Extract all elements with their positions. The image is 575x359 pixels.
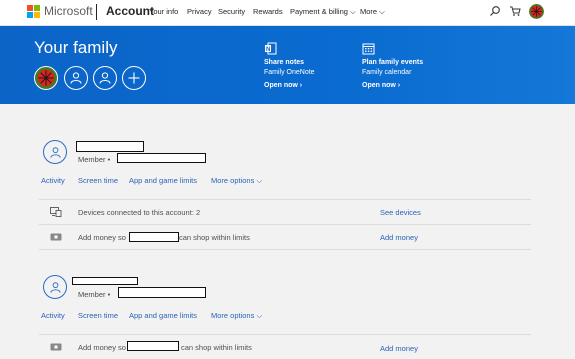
redacted-email (117, 153, 206, 163)
watermelon-avatar-icon (37, 69, 55, 87)
devices-connected-text: Devices connected to this account: 2 (78, 208, 201, 217)
add-money-text-after: can shop within limits (181, 343, 252, 352)
nav-security[interactable]: Security (218, 7, 245, 16)
share-notes-subtitle: Family OneNote (264, 69, 315, 76)
family-banner: Your family N Share notes Family OneNote… (0, 26, 575, 104)
tab-more-options[interactable]: More options ⌵ (211, 176, 262, 186)
redacted-member-name (129, 232, 179, 242)
profile-avatar[interactable] (529, 4, 544, 19)
person-icon (70, 72, 82, 84)
member-role-label: Member • (78, 290, 111, 299)
add-money-row: Add money so can shop within limits Add … (39, 224, 531, 249)
share-notes-feature: N Share notes Family OneNote Open now › (264, 42, 315, 89)
add-money-text-before: Add money so (78, 233, 126, 242)
share-notes-open-link[interactable]: Open now › (264, 82, 315, 89)
tab-screen-time[interactable]: Screen time (78, 311, 118, 320)
svg-text:N: N (266, 47, 270, 53)
plan-events-feature: Plan family events Family calendar Open … (362, 42, 423, 89)
calendar-icon (362, 43, 375, 55)
search-icon[interactable] (489, 5, 501, 17)
person-icon (99, 72, 111, 84)
money-icon (50, 233, 62, 241)
person-icon (49, 281, 61, 293)
onenote-icon: N (265, 42, 277, 55)
family-member-avatar-1[interactable] (34, 66, 58, 90)
plan-events-open-link[interactable]: Open now › (362, 82, 423, 89)
family-member-avatar-3[interactable] (93, 66, 117, 90)
add-money-text-before: Add money so (78, 343, 126, 352)
cart-icon[interactable] (509, 5, 521, 17)
top-navigation-bar: Microsoft Account Your info Privacy Secu… (0, 0, 575, 26)
tab-screen-time[interactable]: Screen time (78, 176, 118, 185)
devices-row: Devices connected to this account: 2 See… (39, 199, 531, 224)
redacted-name (72, 277, 138, 285)
microsoft-logo-icon[interactable] (27, 5, 40, 18)
tab-activity[interactable]: Activity (41, 311, 65, 320)
redacted-name (76, 141, 144, 152)
nav-rewards[interactable]: Rewards (253, 7, 283, 16)
tab-more-options[interactable]: More options ⌵ (211, 311, 262, 321)
header-divider (96, 4, 97, 20)
page-title: Your family (34, 38, 118, 57)
member-avatar[interactable] (43, 275, 67, 299)
add-money-link[interactable]: Add money (380, 233, 418, 242)
tab-app-game-limits[interactable]: App and game limits (129, 311, 197, 320)
nav-more[interactable]: More ⌵ (360, 7, 385, 17)
add-money-row: Add money so can shop within limits Add … (39, 334, 531, 359)
redacted-email (118, 287, 206, 298)
member-avatar[interactable] (43, 140, 67, 164)
member-role-label: Member • (78, 155, 111, 164)
plan-events-subtitle: Family calendar (362, 69, 412, 76)
add-money-link[interactable]: Add money (380, 344, 418, 353)
redacted-member-name (127, 341, 179, 351)
person-icon (49, 146, 61, 158)
see-devices-link[interactable]: See devices (380, 208, 421, 217)
family-member-avatar-2[interactable] (64, 66, 88, 90)
money-icon (50, 343, 62, 351)
add-member-button[interactable] (122, 66, 146, 90)
devices-icon (50, 207, 62, 217)
nav-privacy[interactable]: Privacy (187, 7, 212, 16)
plus-icon (128, 72, 140, 84)
nav-payment-billing[interactable]: Payment & billing ⌵ (290, 7, 356, 17)
brand-name[interactable]: Microsoft (44, 4, 93, 18)
tab-activity[interactable]: Activity (41, 176, 65, 185)
share-notes-title: Share notes (264, 59, 305, 66)
row-divider (39, 249, 531, 250)
tab-app-game-limits[interactable]: App and game limits (129, 176, 197, 185)
account-title[interactable]: Account (106, 4, 154, 18)
nav-your-info[interactable]: Your info (149, 7, 178, 16)
add-money-text-after: can shop within limits (179, 233, 250, 242)
plan-events-title: Plan family events (362, 59, 424, 66)
